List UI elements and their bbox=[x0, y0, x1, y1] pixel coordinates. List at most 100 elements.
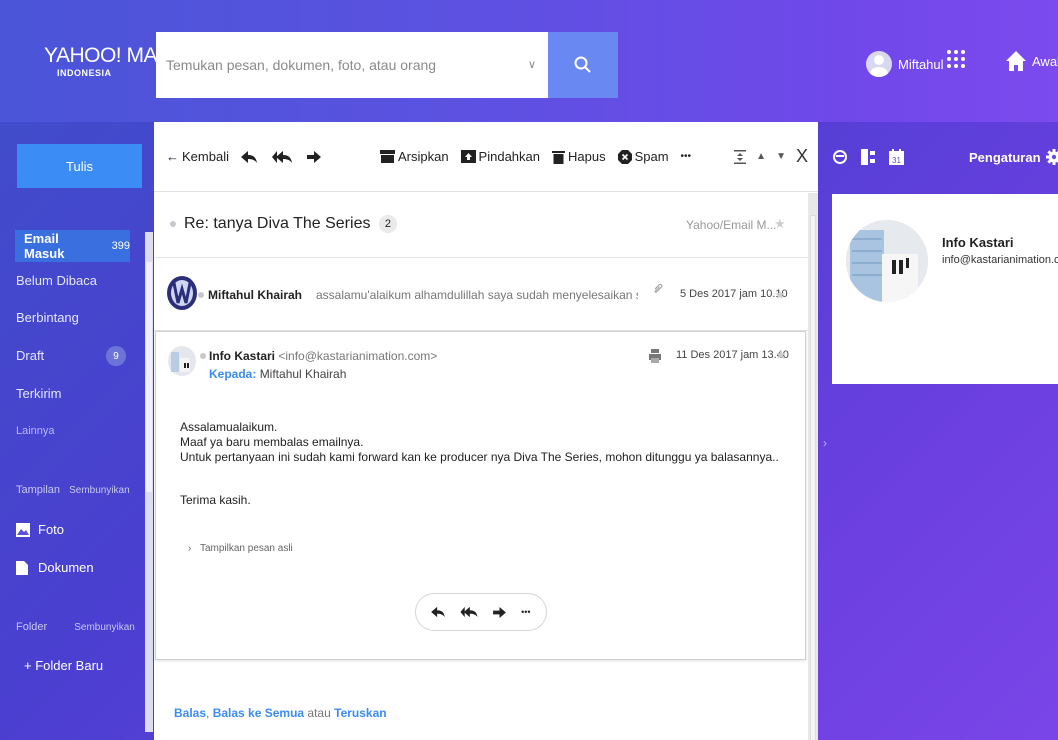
spam-button[interactable]: Spam bbox=[617, 149, 669, 164]
message-scroll-thumb[interactable] bbox=[810, 215, 816, 740]
message-collapsed[interactable]: Miftahul Khairah assalamu'alaikum alhamd… bbox=[154, 259, 808, 331]
contacts-face-icon[interactable] bbox=[833, 150, 847, 164]
or-text: atau bbox=[304, 706, 335, 720]
settings-button[interactable]: Pengaturan bbox=[969, 149, 1058, 165]
show-original-link[interactable]: › Tampilkan pesan asli bbox=[188, 543, 293, 554]
star-icon[interactable]: ★ bbox=[774, 216, 786, 232]
back-label: Kembali bbox=[182, 149, 229, 164]
sidebar-scroll-thumb[interactable] bbox=[146, 262, 152, 492]
notepad-icon[interactable] bbox=[861, 149, 875, 165]
document-icon bbox=[16, 560, 28, 575]
back-button[interactable]: ← Kembali bbox=[166, 149, 229, 164]
quick-reply-links: Balas, Balas ke Semua atau Teruskan bbox=[174, 706, 387, 720]
sidebar-item-documents[interactable]: Dokumen bbox=[16, 560, 94, 575]
arrow-left-icon: ← bbox=[166, 149, 179, 164]
contact-name[interactable]: Info Kastari bbox=[942, 235, 1014, 250]
thread-subject-row: Re: tanya Diva The Series 2 Yahoo/Email … bbox=[154, 193, 808, 258]
comma-text: , bbox=[206, 706, 213, 720]
body-line: Maaf ya baru membalas emailnya. bbox=[180, 435, 364, 449]
search-box: ∨ bbox=[156, 32, 548, 98]
forward-icon[interactable] bbox=[493, 606, 507, 618]
close-button[interactable]: X bbox=[796, 146, 808, 167]
next-message-icon[interactable]: ▼ bbox=[776, 151, 786, 162]
more-actions-button[interactable]: ••• bbox=[681, 151, 692, 162]
spam-shield-icon bbox=[617, 149, 632, 164]
message-toolbar: ← Kembali Arsipkan Pindahkan Hapus Spam … bbox=[154, 122, 818, 192]
sidebar-scrollbar[interactable] bbox=[145, 232, 153, 732]
sidebar-item-drafts[interactable]: Draft bbox=[16, 348, 44, 363]
star-icon[interactable]: ★ bbox=[775, 347, 787, 363]
move-label: Pindahkan bbox=[478, 149, 540, 164]
to-name: Miftahul Khairah bbox=[259, 367, 347, 381]
archive-icon bbox=[379, 150, 395, 163]
message-sender: Miftahul Khairah bbox=[208, 288, 303, 302]
sidebar-item-unread[interactable]: Belum Dibaca bbox=[16, 273, 97, 288]
yahoo-mail-logo[interactable]: YAHOO! MAIL INDONESIA bbox=[44, 44, 174, 78]
chevron-right-icon: › bbox=[188, 543, 192, 554]
sender-name: Info Kastari bbox=[209, 349, 276, 363]
move-button[interactable]: Pindahkan bbox=[460, 149, 540, 164]
previous-message-icon[interactable]: ▲ bbox=[756, 151, 766, 162]
message-date: 11 Des 2017 jam 13.40 bbox=[676, 349, 789, 361]
views-heading-label: Tampilan bbox=[16, 484, 61, 496]
reply-link[interactable]: Balas bbox=[174, 706, 206, 720]
views-hide-link[interactable]: Sembunyikan bbox=[69, 485, 130, 496]
quick-actions-pill: ••• bbox=[415, 593, 547, 631]
thread-count-badge: 2 bbox=[378, 215, 397, 233]
chevron-right-icon[interactable]: › bbox=[823, 436, 827, 450]
forward-link[interactable]: Teruskan bbox=[334, 706, 386, 720]
drafts-count-badge: 9 bbox=[106, 346, 126, 366]
forward-icon bbox=[306, 150, 321, 163]
contact-email[interactable]: info@kastarianimation.com bbox=[942, 254, 1058, 266]
forward-button[interactable] bbox=[306, 150, 324, 163]
search-input[interactable] bbox=[156, 57, 516, 73]
sidebar-item-starred[interactable]: Berbintang bbox=[16, 310, 79, 325]
home-link[interactable]: Awal bbox=[1005, 50, 1058, 72]
views-heading: Tampilan Sembunyikan bbox=[16, 484, 130, 496]
print-icon[interactable] bbox=[649, 349, 661, 363]
thread-folder-label[interactable]: Yahoo/Email M... bbox=[686, 218, 776, 232]
delete-button[interactable]: Hapus bbox=[552, 149, 606, 164]
reply-button[interactable] bbox=[240, 150, 260, 164]
user-profile[interactable]: Miftahul bbox=[866, 51, 944, 77]
message-sender[interactable]: Info Kastari <info@kastarianimation.com> bbox=[209, 349, 437, 363]
folders-heading: Folder Sembunyikan bbox=[16, 621, 135, 633]
attachment-icon bbox=[654, 283, 663, 293]
unread-dot-icon bbox=[198, 292, 204, 298]
search-button[interactable] bbox=[548, 32, 618, 98]
sidebar-item-more[interactable]: Lainnya bbox=[16, 425, 55, 437]
folders-hide-link[interactable]: Sembunyikan bbox=[74, 622, 135, 633]
unread-dot-icon bbox=[170, 221, 176, 227]
move-folder-icon bbox=[460, 150, 476, 163]
sender-avatar bbox=[167, 276, 197, 310]
sidebar-item-photos[interactable]: Foto bbox=[16, 522, 64, 537]
body-line: Assalamualaikum. bbox=[180, 420, 278, 434]
expand-vertical-icon[interactable] bbox=[734, 149, 747, 164]
apps-grid-icon[interactable] bbox=[947, 50, 965, 68]
sidebar-item-inbox[interactable]: Email Masuk 399 bbox=[15, 230, 130, 262]
calendar-icon[interactable]: 31 bbox=[889, 149, 904, 165]
email-reading-panel: ← Kembali Arsipkan Pindahkan Hapus Spam … bbox=[154, 122, 818, 740]
archive-button[interactable]: Arsipkan bbox=[379, 149, 449, 164]
new-folder-button[interactable]: + Folder Baru bbox=[24, 658, 103, 673]
logo-main-text: YAHOO! MAIL bbox=[44, 44, 174, 67]
reply-icon bbox=[240, 150, 257, 163]
reply-all-icon bbox=[271, 150, 292, 163]
star-icon[interactable]: ★ bbox=[774, 287, 786, 303]
reply-all-link[interactable]: Balas ke Semua bbox=[213, 706, 304, 720]
sidebar-item-sent[interactable]: Terkirim bbox=[16, 386, 62, 401]
unread-dot-icon bbox=[200, 353, 206, 359]
archive-label: Arsipkan bbox=[397, 149, 449, 164]
reply-icon[interactable] bbox=[431, 606, 446, 618]
photo-icon bbox=[16, 522, 30, 537]
reply-all-button[interactable] bbox=[271, 150, 295, 164]
message-scrollbar[interactable] bbox=[808, 193, 818, 740]
reply-all-icon[interactable] bbox=[460, 606, 478, 618]
toolbar-right-controls: ▲ ▼ X bbox=[734, 146, 808, 167]
more-actions-icon[interactable]: ••• bbox=[521, 607, 530, 617]
compose-button[interactable]: Tulis bbox=[17, 144, 142, 188]
chevron-down-icon[interactable]: ∨ bbox=[528, 58, 536, 71]
left-sidebar: Tulis Email Masuk 399 Belum Dibaca Berbi… bbox=[0, 122, 154, 740]
show-original-label: Tampilkan pesan asli bbox=[199, 543, 293, 554]
body-line: Terima kasih. bbox=[180, 493, 251, 507]
